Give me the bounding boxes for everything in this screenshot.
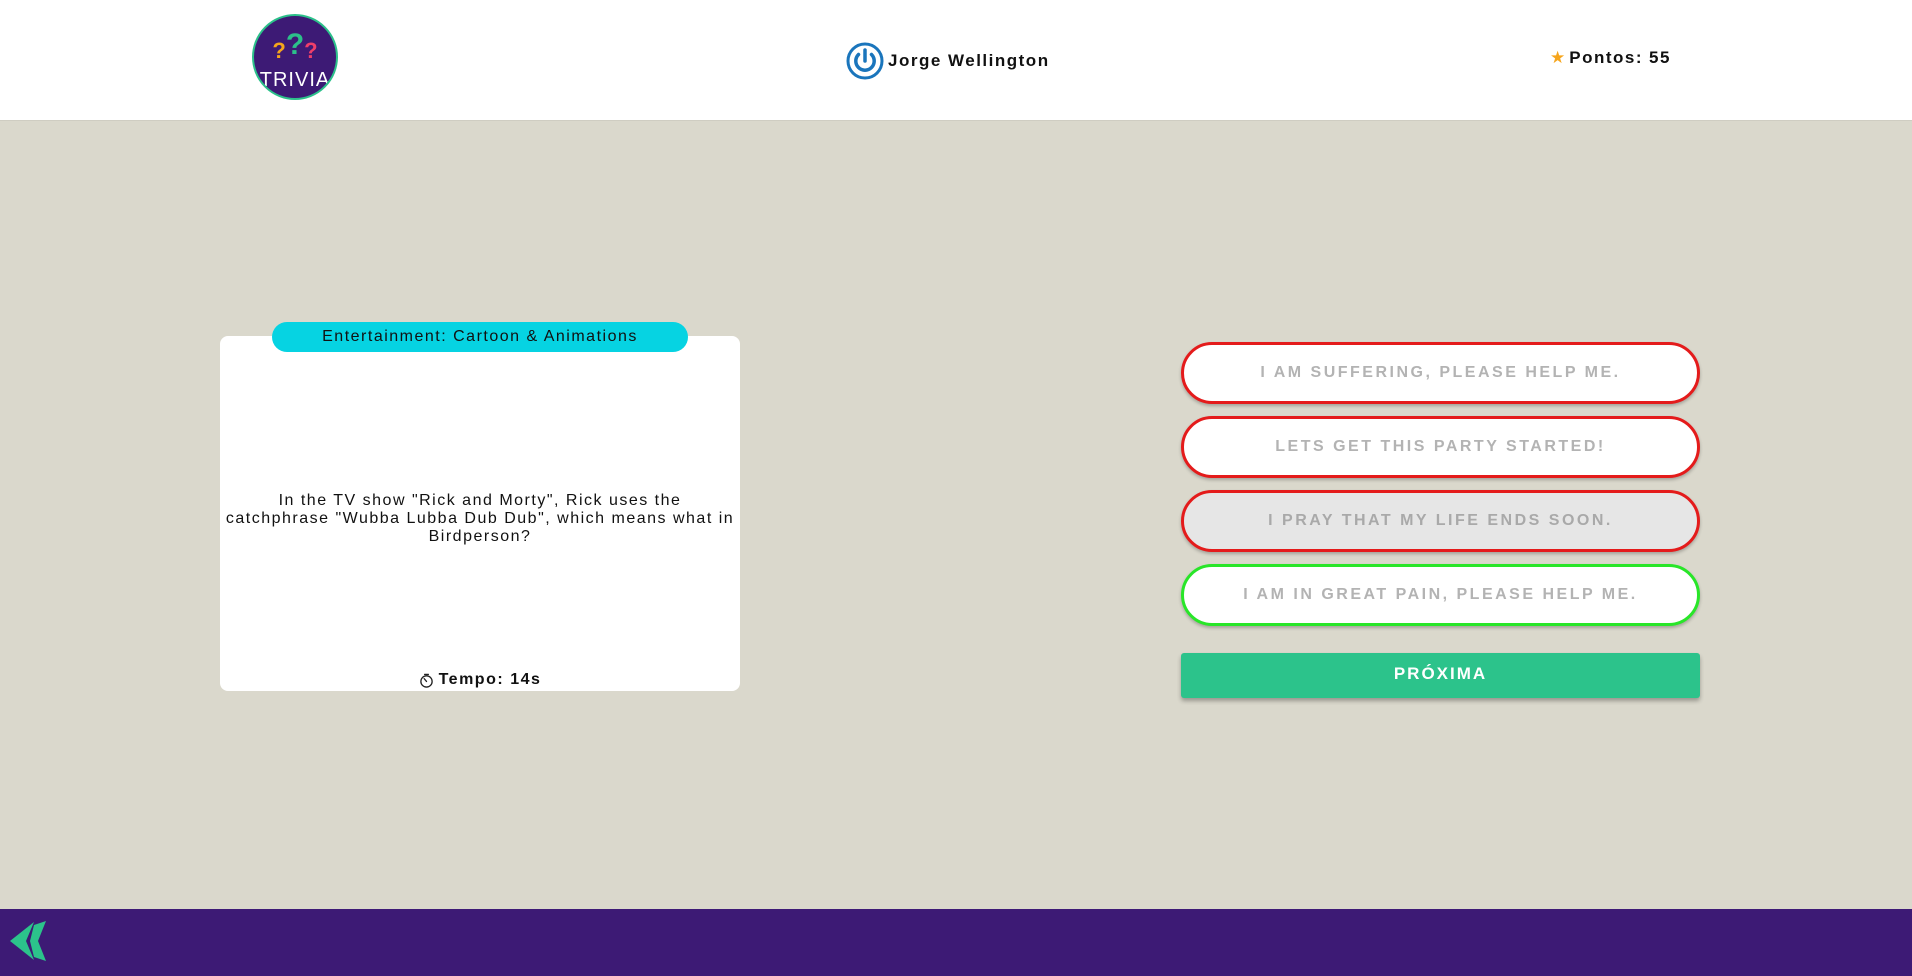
answer-button[interactable]: I AM SUFFERING, PLEASE HELP ME. — [1181, 342, 1700, 404]
answer-button-selected[interactable]: I PRAY THAT MY LIFE ENDS SOON. — [1181, 490, 1700, 552]
timer-value: 14s — [510, 671, 542, 688]
score-label: Pontos: — [1569, 48, 1644, 67]
trivia-logo: ??? TRIVIA — [252, 14, 338, 100]
footer-logo-icon — [10, 921, 46, 961]
header: ??? TRIVIA Jorge Wellington ★ Pontos: 55 — [0, 0, 1912, 121]
player-info: Jorge Wellington — [846, 41, 1050, 81]
answer-button[interactable]: LETS GET THIS PARTY STARTED! — [1181, 416, 1700, 478]
score-display: ★ Pontos: 55 — [1550, 48, 1671, 68]
footer — [0, 909, 1912, 976]
answer-list: I AM SUFFERING, PLEASE HELP ME. LETS GET… — [1181, 342, 1700, 638]
timer-icon — [419, 673, 433, 688]
star-icon: ★ — [1550, 48, 1566, 67]
timer: Tempo: 14s — [220, 671, 740, 689]
next-button[interactable]: PRÓXIMA — [1181, 653, 1700, 698]
power-icon[interactable] — [846, 42, 884, 80]
player-name: Jorge Wellington — [888, 51, 1050, 70]
answer-button-correct[interactable]: I AM IN GREAT PAIN, PLEASE HELP ME. — [1181, 564, 1700, 626]
timer-label: Tempo: — [438, 671, 505, 688]
score-value: 55 — [1649, 48, 1671, 67]
logo-question-marks: ??? — [254, 28, 336, 66]
logo-question-mark: ? — [304, 38, 318, 63]
logo-question-mark: ? — [285, 28, 305, 61]
question-text: In the TV show "Rick and Morty", Rick us… — [225, 492, 735, 545]
question-card: In the TV show "Rick and Morty", Rick us… — [220, 336, 740, 691]
category-badge: Entertainment: Cartoon & Animations — [272, 322, 688, 352]
logo-text: TRIVIA — [259, 69, 331, 91]
logo-question-mark: ? — [272, 38, 286, 63]
